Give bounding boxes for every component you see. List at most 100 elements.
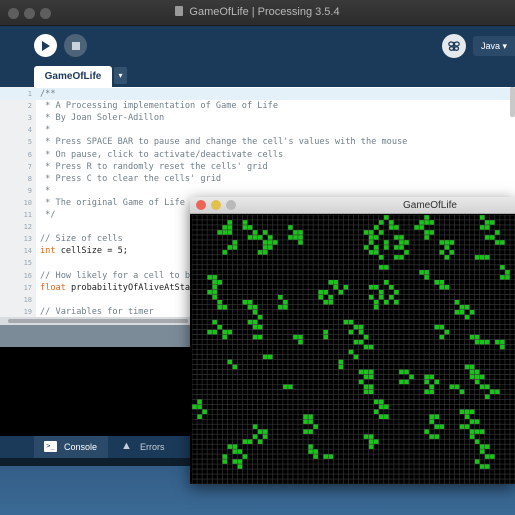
alive-cell[interactable] [262,244,268,250]
alive-cell[interactable] [459,309,465,315]
alive-cell[interactable] [328,279,334,285]
alive-cell[interactable] [353,354,359,360]
alive-cell[interactable] [479,464,485,470]
alive-cell[interactable] [424,229,430,235]
alive-cell[interactable] [252,334,258,340]
alive-cell[interactable] [479,444,485,450]
alive-cell[interactable] [242,219,248,225]
alive-cell[interactable] [297,234,304,240]
alive-cell[interactable] [227,229,233,235]
alive-cell[interactable] [222,304,228,310]
alive-cell[interactable] [479,429,485,435]
alive-cell[interactable] [484,224,490,230]
alive-cell[interactable] [217,229,223,235]
alive-cell[interactable] [343,319,349,325]
alive-cell[interactable] [469,334,475,340]
alive-cell[interactable] [202,409,208,415]
alive-cell[interactable] [232,239,238,245]
alive-cell[interactable] [474,379,480,385]
alive-cell[interactable] [393,289,399,295]
alive-cell[interactable] [434,379,440,385]
alive-cell[interactable] [257,249,263,255]
alive-cell[interactable] [197,399,203,405]
alive-cell[interactable] [479,374,485,380]
alive-cell[interactable] [313,449,319,455]
alive-cell[interactable] [479,384,485,390]
alive-cell[interactable] [429,384,435,390]
tab-menu-button[interactable]: ▾ [114,67,127,84]
alive-cell[interactable] [424,379,430,385]
alive-cell[interactable] [368,239,374,245]
alive-cell[interactable] [308,429,314,435]
alive-cell[interactable] [378,254,384,260]
alive-cell[interactable] [358,369,364,375]
alive-cell[interactable] [434,414,440,420]
alive-cell[interactable] [499,264,505,270]
editor-vertical-scrollbar[interactable] [510,87,515,117]
alive-cell[interactable] [504,274,510,280]
alive-cell[interactable] [464,314,470,320]
alive-cell[interactable] [323,329,329,335]
alive-cell[interactable] [282,304,288,310]
stop-button[interactable] [64,34,87,57]
alive-cell[interactable] [212,319,218,325]
alive-cell[interactable] [227,224,233,230]
alive-cell[interactable] [469,429,475,435]
alive-cell[interactable] [373,224,379,230]
alive-cell[interactable] [338,289,344,295]
alive-cell[interactable] [398,379,404,385]
alive-cell[interactable] [378,219,384,225]
alive-cell[interactable] [388,224,394,230]
alive-cell[interactable] [217,299,223,305]
alive-cell[interactable] [242,299,248,305]
alive-cell[interactable] [252,324,258,330]
alive-cell[interactable] [434,279,440,285]
alive-cell[interactable] [444,244,450,250]
alive-cell[interactable] [212,289,218,295]
alive-cell[interactable] [217,304,223,310]
alive-cell[interactable] [277,304,283,310]
alive-cell[interactable] [419,269,425,275]
alive-cell[interactable] [257,314,263,320]
alive-cell[interactable] [232,459,238,465]
alive-cell[interactable] [494,339,500,345]
alive-cell[interactable] [504,269,510,275]
alive-cell[interactable] [424,389,430,395]
alive-cell[interactable] [474,439,480,445]
alive-cell[interactable] [368,434,374,440]
alive-cell[interactable] [368,344,374,350]
alive-cell[interactable] [464,424,470,430]
alive-cell[interactable] [444,254,450,260]
alive-cell[interactable] [449,384,455,390]
alive-cell[interactable] [499,339,505,345]
alive-cell[interactable] [474,429,480,435]
alive-cell[interactable] [499,344,505,350]
alive-cell[interactable] [469,434,475,440]
alive-cell[interactable] [474,374,480,380]
alive-cell[interactable] [267,244,273,250]
alive-cell[interactable] [363,244,369,250]
alive-cell[interactable] [212,329,218,335]
alive-cell[interactable] [262,239,268,245]
alive-cell[interactable] [338,359,344,365]
alive-cell[interactable] [383,215,389,220]
alive-cell[interactable] [388,284,394,290]
alive-cell[interactable] [368,294,374,300]
alive-cell[interactable] [292,334,298,340]
alive-cell[interactable] [257,439,263,445]
alive-cell[interactable] [393,244,399,250]
alive-cell[interactable] [303,419,309,425]
alive-cell[interactable] [439,279,445,285]
alive-cell[interactable] [373,304,379,310]
alive-cell[interactable] [403,379,410,385]
alive-cell[interactable] [398,234,404,240]
alive-cell[interactable] [429,419,435,425]
alive-cell[interactable] [262,429,268,435]
alive-cell[interactable] [308,414,314,420]
alive-cell[interactable] [439,334,445,340]
alive-cell[interactable] [282,299,288,305]
alive-cell[interactable] [378,264,384,270]
alive-cell[interactable] [469,419,475,425]
alive-cell[interactable] [313,454,319,460]
alive-cell[interactable] [252,304,258,310]
